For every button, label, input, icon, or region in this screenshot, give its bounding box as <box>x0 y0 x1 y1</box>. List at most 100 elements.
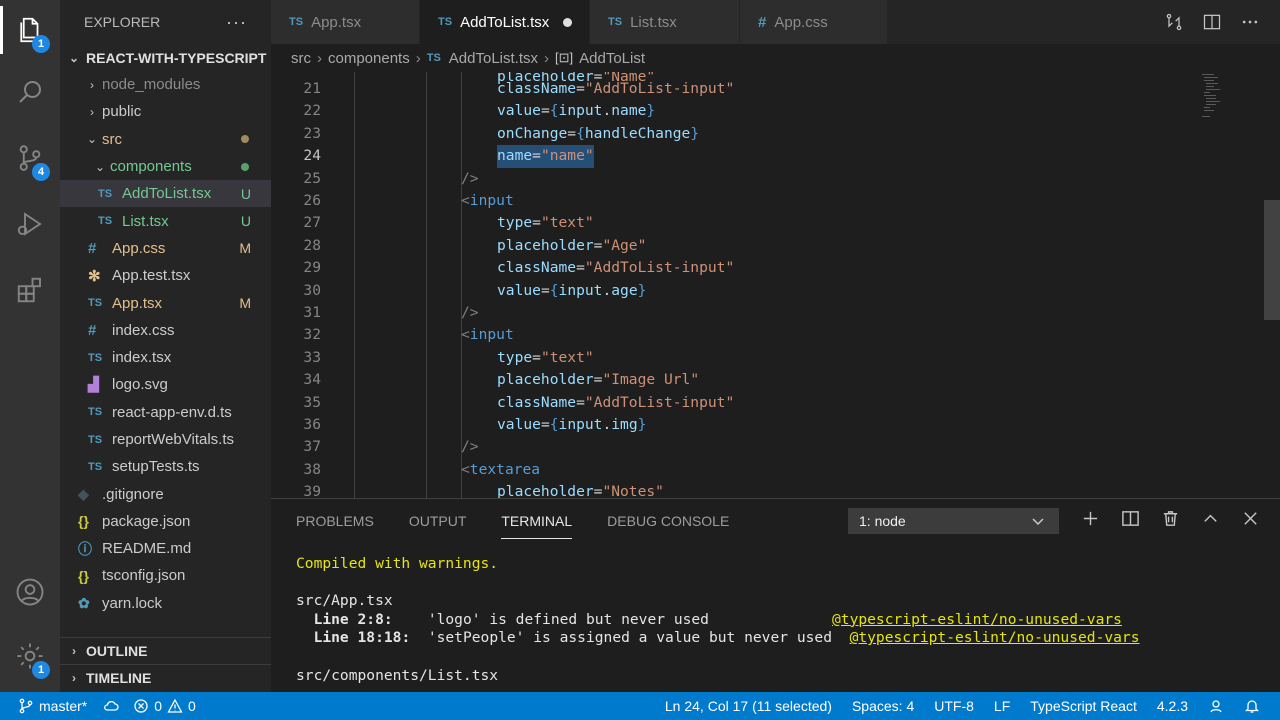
tab-output[interactable]: OUTPUT <box>409 499 467 543</box>
extensions-activity[interactable] <box>0 262 60 318</box>
search-activity[interactable] <box>0 64 60 120</box>
indentation[interactable]: Spaces: 4 <box>852 698 914 714</box>
tree-item-yarn-lock[interactable]: ✿ yarn.lock <box>60 590 271 617</box>
tree-item-app-tsx[interactable]: TS App.tsx M <box>60 289 271 316</box>
code-line: 33 type="text" <box>271 347 1171 369</box>
timeline-title: TIMELINE <box>86 670 152 686</box>
terminal-output[interactable]: Compiled with warnings. src/App.tsx Line… <box>296 555 1140 685</box>
tab-list[interactable]: TS List.tsx <box>590 0 740 44</box>
warning-count: 0 <box>188 698 196 714</box>
tree-item-label: index.css <box>112 321 175 339</box>
tree-item-report-web-vitals[interactable]: TS reportWebVitals.ts <box>60 426 271 453</box>
more-actions-icon[interactable] <box>1240 12 1260 32</box>
breadcrumb-src[interactable]: src <box>291 50 311 67</box>
tree-item-addtolist[interactable]: TS AddToList.tsx U <box>60 180 271 208</box>
bell-icon <box>1244 700 1260 713</box>
tree-item-components[interactable]: ⌄ components <box>60 153 271 180</box>
tab-debug-console[interactable]: DEBUG CONSOLE <box>607 499 729 543</box>
tree-item-package-json[interactable]: {} package.json <box>60 508 271 535</box>
source-control-activity[interactable]: 4 <box>0 130 60 186</box>
branch-name: master* <box>39 698 88 714</box>
line-number: 29 <box>303 259 321 277</box>
tree-item-tsconfig[interactable]: {} tsconfig.json <box>60 562 271 589</box>
search-icon <box>19 81 41 103</box>
breadcrumb-file[interactable]: AddToList.tsx <box>449 50 538 67</box>
close-icon[interactable] <box>1241 509 1260 528</box>
minimap[interactable] <box>1200 72 1222 132</box>
cursor-position[interactable]: Ln 24, Col 17 (11 selected) <box>665 698 832 714</box>
outline-title: OUTLINE <box>86 643 148 659</box>
tab-problems[interactable]: PROBLEMS <box>296 499 374 543</box>
split-terminal-icon[interactable] <box>1121 509 1140 528</box>
tree-item-src[interactable]: ⌄ src <box>60 126 271 153</box>
tree-item-node-modules[interactable]: › node_modules <box>60 71 271 98</box>
line-number: 37 <box>303 438 321 456</box>
tree-item-logo[interactable]: ▟ logo.svg <box>60 371 271 398</box>
sync-status[interactable] <box>103 698 119 714</box>
ts-version[interactable]: 4.2.3 <box>1157 698 1188 714</box>
terminal-rule-link[interactable]: @typescript-eslint/no-unused-vars <box>832 611 1122 628</box>
project-folder[interactable]: ⌄ REACT-WITH-TYPESCRIPT <box>60 44 271 71</box>
extensions-icon <box>17 277 41 303</box>
css-hash-icon: # <box>88 239 97 257</box>
line-number: 24 <box>303 147 321 165</box>
activity-bar: 1 4 1 <box>0 0 60 692</box>
feedback-status[interactable] <box>1208 698 1224 714</box>
typescript-icon: TS <box>88 460 103 473</box>
tree-item-readme[interactable]: ⓘ README.md <box>60 535 271 562</box>
tree-item-label: logo.svg <box>112 376 168 394</box>
tab-app-tsx[interactable]: TS App.tsx <box>271 0 420 44</box>
encoding[interactable]: UTF-8 <box>934 698 974 714</box>
editor-scrollbar[interactable] <box>1264 200 1280 320</box>
git-status: M <box>239 295 251 312</box>
accounts-activity[interactable] <box>0 564 60 620</box>
tab-label: App.tsx <box>311 13 362 31</box>
chevron-down-icon: ⌄ <box>94 159 106 174</box>
tree-item-label: App.tsx <box>112 294 163 312</box>
tree-item-label: AddToList.tsx <box>122 185 212 203</box>
code-line: 37/> <box>271 436 1171 458</box>
unsaved-dot-icon[interactable] <box>563 17 573 27</box>
notifications-status[interactable] <box>1244 698 1260 714</box>
tab-app-css[interactable]: # App.css <box>740 0 888 44</box>
tree-item-setup-tests[interactable]: TS setupTests.ts <box>60 453 271 480</box>
tab-terminal[interactable]: TERMINAL <box>501 499 572 543</box>
tree-item-public[interactable]: › public <box>60 98 271 125</box>
tree-item-app-test[interactable]: ✻ App.test.tsx <box>60 262 271 289</box>
tree-item-index-css[interactable]: # index.css <box>60 317 271 344</box>
breadcrumb-symbol[interactable]: AddToList <box>579 50 645 67</box>
warning-icon <box>167 698 183 713</box>
problems-status[interactable]: 0 0 <box>133 698 196 714</box>
open-changes-icon[interactable] <box>1164 12 1184 32</box>
code-line: 36 value={input.img} <box>271 414 1171 436</box>
split-editor-icon[interactable] <box>1202 12 1222 32</box>
outline-section[interactable]: › OUTLINE <box>60 637 271 664</box>
tree-item-react-app-env[interactable]: TS react-app-env.d.ts <box>60 399 271 426</box>
breadcrumb-components[interactable]: components <box>328 50 410 67</box>
bottom-panel: PROBLEMS OUTPUT TERMINAL DEBUG CONSOLE 1… <box>271 498 1280 692</box>
line-number: 27 <box>303 214 321 232</box>
tree-item-list[interactable]: TS List.tsx U <box>60 207 271 234</box>
tree-item-index-tsx[interactable]: TS index.tsx <box>60 344 271 371</box>
plus-icon[interactable] <box>1081 509 1100 528</box>
run-debug-activity[interactable] <box>0 196 60 252</box>
tab-addtolist[interactable]: TS AddToList.tsx <box>420 0 590 44</box>
explorer-activity[interactable]: 1 <box>0 2 60 58</box>
code-editor[interactable]: placeholder="Name" 21 className="AddToLis… <box>271 72 1280 498</box>
chevron-down-icon: ⌄ <box>86 132 98 147</box>
branch-status[interactable]: master* <box>18 698 87 714</box>
line-number: 39 <box>303 483 321 498</box>
tree-item-gitignore[interactable]: ◆ .gitignore <box>60 480 271 507</box>
language-mode[interactable]: TypeScript React <box>1030 698 1137 714</box>
more-actions-icon[interactable]: ··· <box>226 12 247 33</box>
trash-icon[interactable] <box>1161 509 1180 528</box>
tree-item-app-css[interactable]: # App.css M <box>60 235 271 262</box>
terminal-rule-link[interactable]: @typescript-eslint/no-unused-vars <box>850 629 1140 646</box>
chevron-up-icon[interactable] <box>1201 509 1220 528</box>
line-number: 26 <box>303 192 321 209</box>
terminal-select[interactable]: 1: node <box>848 508 1059 534</box>
timeline-section[interactable]: › TIMELINE <box>60 664 271 691</box>
end-of-line[interactable]: LF <box>994 698 1010 714</box>
code-line: 28 placeholder="Age" <box>271 235 1171 257</box>
manage-activity[interactable]: 1 <box>0 628 60 684</box>
